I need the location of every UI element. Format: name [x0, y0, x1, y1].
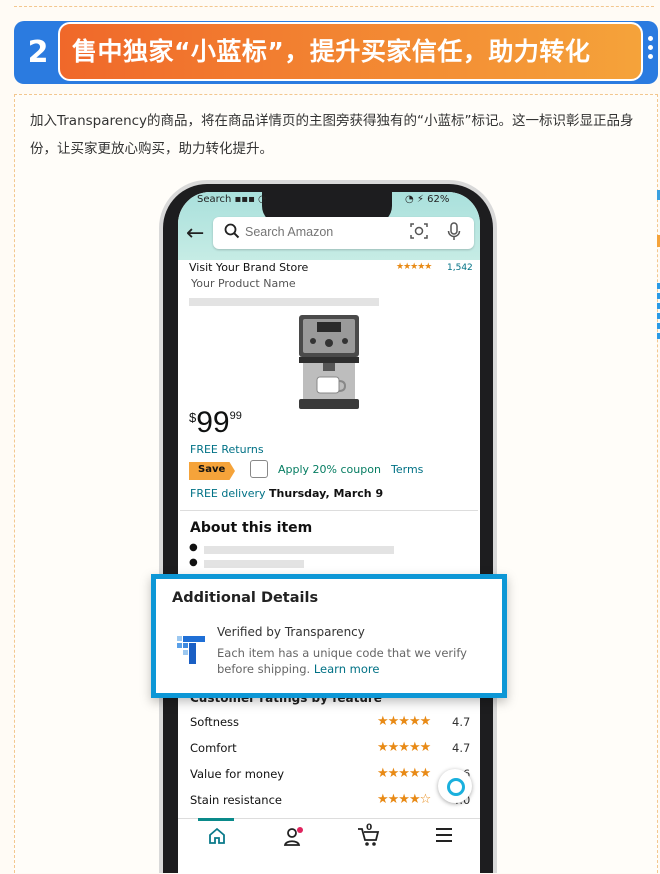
placeholder-bar [204, 546, 394, 554]
product-name: Your Product Name [191, 277, 296, 290]
divider [180, 510, 478, 511]
brand-store-link[interactable]: Visit Your Brand Store [189, 261, 308, 274]
verified-label: Verified by Transparency [217, 625, 365, 639]
additional-details-title: Additional Details [172, 590, 319, 606]
placeholder-bar [204, 560, 304, 568]
transparency-logo-icon [175, 634, 207, 670]
home-icon[interactable] [207, 826, 227, 850]
camera-scan-icon[interactable] [410, 222, 428, 244]
status-bar-right: ◔ ⚡ 62% [405, 194, 450, 205]
status-bar-left: Search ▪▪▪ ◔ [197, 194, 267, 205]
about-heading: About this item [190, 520, 313, 536]
delivery-date: Thursday, March 9 [269, 487, 384, 500]
product-image[interactable] [293, 313, 365, 415]
microphone-icon[interactable] [447, 222, 461, 246]
bullet-icon: ● [189, 557, 198, 568]
account-icon[interactable] [283, 826, 305, 852]
menu-icon[interactable] [434, 826, 454, 848]
price-dollars: 99 [196, 406, 230, 439]
coupon-text[interactable]: Apply 20% coupon [278, 463, 381, 476]
intro-text: 加入Transparency的商品，将在商品详情页的主图旁获得独有的“小蓝标”标… [30, 113, 634, 157]
rating-count[interactable]: 1,542 [447, 263, 473, 273]
top-divider [14, 0, 654, 7]
search-icon [224, 223, 240, 243]
delivery-prefix: FREE delivery [190, 487, 266, 500]
rating-feature: Value for money [190, 767, 285, 781]
rating-row: Value for money ★★★★★ 4.6 [190, 766, 475, 785]
product-price: $9999 [189, 406, 242, 440]
section-number: 2 [27, 35, 49, 70]
cart-count: 0 [366, 823, 373, 833]
learn-more-link[interactable]: Learn more [314, 662, 380, 676]
coupon-checkbox[interactable] [250, 460, 268, 478]
free-returns-link[interactable]: FREE Returns [190, 443, 264, 456]
rating-row: Stain resistance ★★★★☆ 4.0 [190, 792, 475, 811]
placeholder-bar [189, 298, 379, 306]
section-title-box: 售中独家“小蓝标”，提升买家信任，助力转化 [58, 22, 643, 81]
rating-stars: ★★★★★ [396, 262, 432, 272]
nav-active-indicator [198, 818, 234, 821]
rating-feature: Comfort [190, 741, 237, 755]
rating-feature: Stain resistance [190, 793, 282, 807]
save-label: Save [198, 464, 226, 475]
alexa-icon [447, 778, 465, 796]
rating-row: Comfort ★★★★★ 4.7 [190, 740, 475, 759]
rating-stars: ★★★★★ [377, 766, 431, 781]
price-currency: $ [189, 410, 197, 425]
section-title: 售中独家“小蓝标”，提升买家信任，助力转化 [72, 37, 591, 66]
bullet-icon: ● [189, 542, 198, 553]
search-input[interactable] [245, 225, 395, 239]
rating-score: 4.7 [452, 715, 471, 729]
price-cents: 99 [229, 410, 242, 422]
rating-score: 4.7 [452, 741, 471, 755]
decor-dots [648, 32, 656, 63]
verified-description: Each item has a unique code that we veri… [217, 645, 492, 677]
rating-stars: ★★★★★ [377, 714, 431, 729]
rating-feature: Softness [190, 715, 240, 729]
rating-stars: ★★★★☆ [377, 792, 431, 807]
rating-stars: ★★★★★ [377, 740, 431, 755]
alexa-button[interactable] [438, 769, 472, 803]
rating-row: Softness ★★★★★ 4.7 [190, 714, 475, 733]
coupon-terms-link[interactable]: Terms [391, 463, 423, 476]
delivery-info: FREE delivery Thursday, March 9 [190, 487, 383, 500]
back-arrow-icon[interactable]: ← [186, 222, 204, 246]
